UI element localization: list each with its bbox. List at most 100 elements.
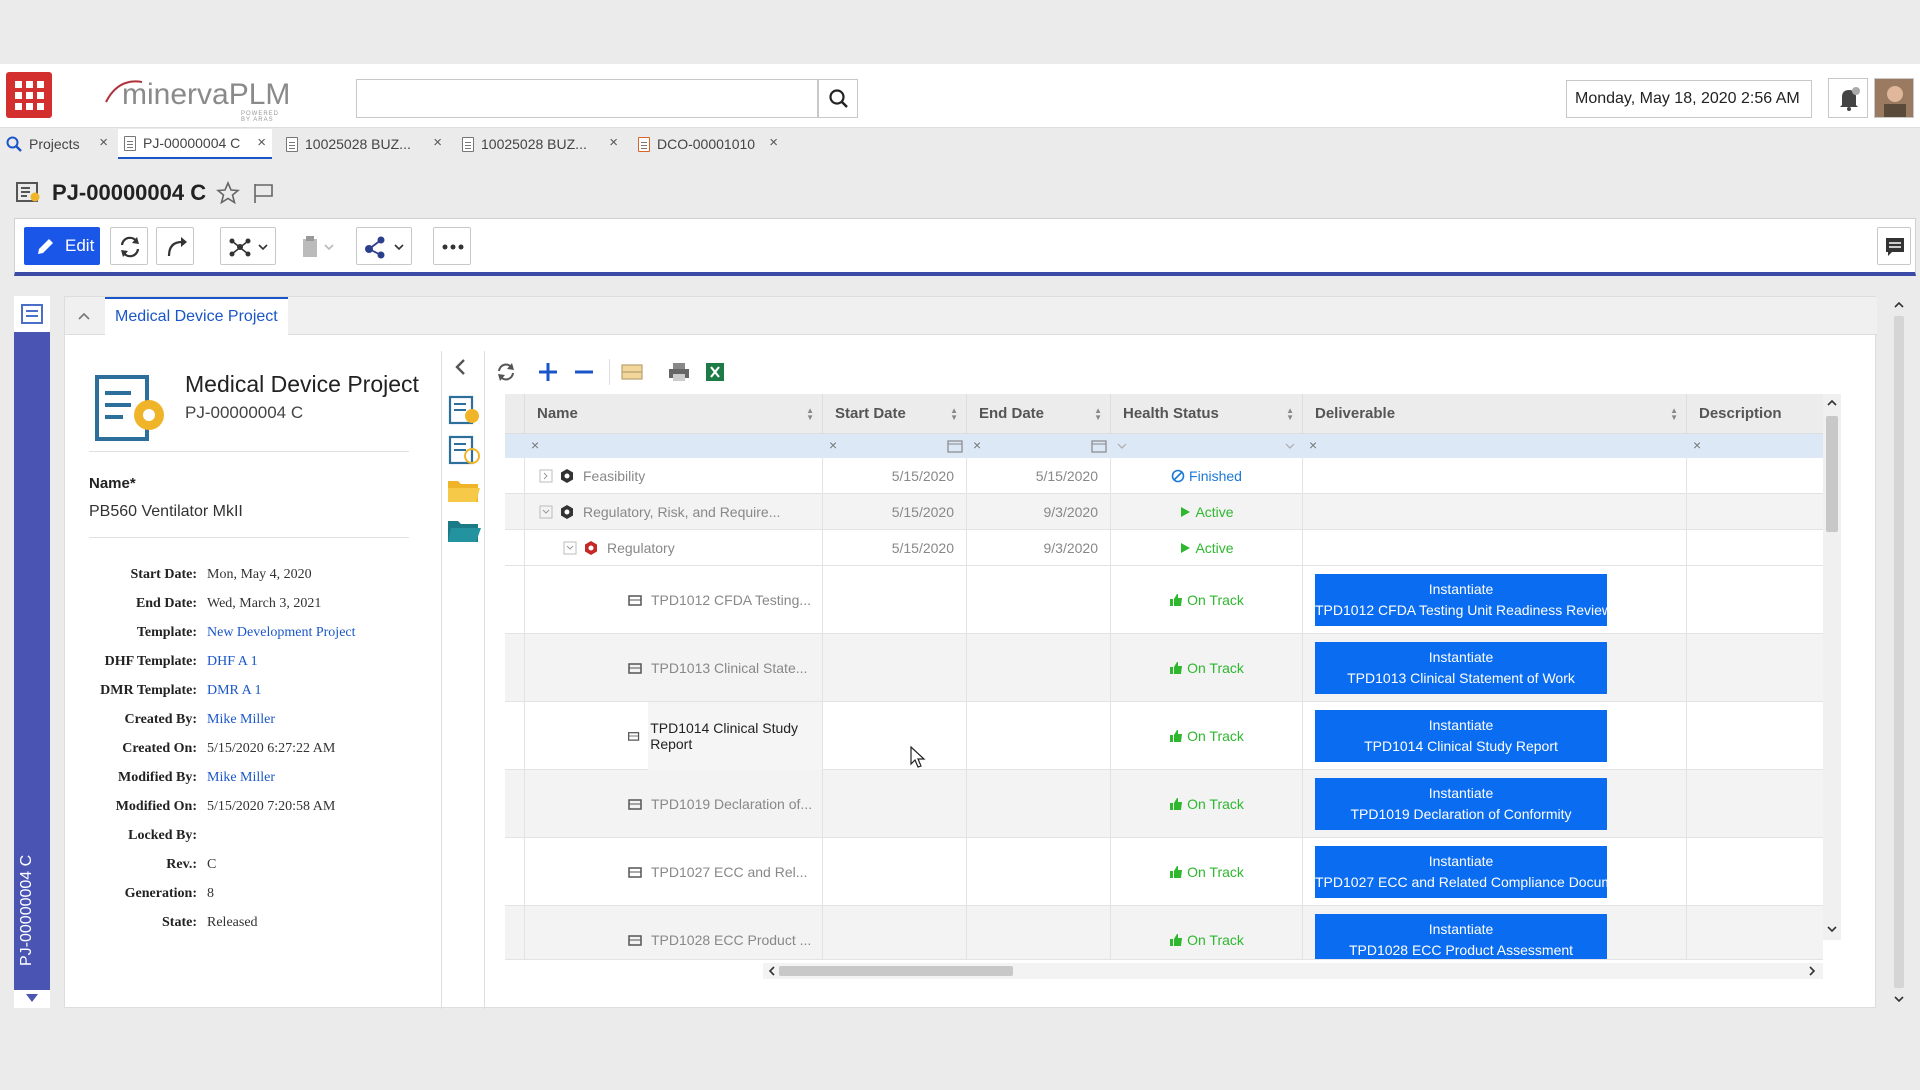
table-row[interactable]: TPD1027 ECC and Rel... On Track Instanti… [505, 838, 1823, 906]
redo-button[interactable] [156, 227, 194, 265]
column-header-start-date[interactable]: Start Date ▲ ▼ [823, 394, 967, 434]
app-launcher-button[interactable] [6, 72, 52, 118]
row-selector[interactable] [505, 566, 525, 633]
row-selector[interactable] [505, 494, 525, 529]
sort-icon[interactable]: ▲ ▼ [1094, 407, 1102, 422]
more-button[interactable] [433, 227, 471, 265]
table-row[interactable]: TPD1012 CFDA Testing... On Track Instant… [505, 566, 1823, 634]
scroll-right-icon[interactable] [1807, 966, 1817, 976]
column-header-name[interactable]: Name ▲ ▼ [525, 394, 823, 434]
row-selector[interactable] [505, 702, 525, 769]
sort-icon[interactable]: ▲ ▼ [950, 407, 958, 422]
excel-export-icon[interactable] [703, 360, 727, 384]
remove-icon[interactable] [573, 361, 595, 383]
row-selector[interactable] [505, 458, 525, 493]
scroll-thumb[interactable] [1826, 416, 1838, 532]
chevron-down-icon[interactable] [1117, 442, 1127, 450]
dmr-template-link[interactable]: DMR A 1 [207, 683, 261, 699]
form-view-icon[interactable] [21, 304, 43, 324]
tab-projects[interactable]: Projects × [0, 129, 114, 159]
row-selector[interactable] [505, 906, 525, 959]
tab-10025028-a[interactable]: 10025028 BUZ... × [280, 129, 448, 159]
user-avatar[interactable] [1874, 78, 1914, 118]
table-row[interactable]: Regulatory, Risk, and Require... 5/15/20… [505, 494, 1823, 530]
table-row[interactable]: Feasibility 5/15/2020 5/15/2020 Finished [505, 458, 1823, 494]
tab-medical-device-project[interactable]: Medical Device Project [105, 297, 288, 335]
instantiate-button[interactable]: Instantiate TPD1012 CFDA Testing Unit Rea… [1315, 574, 1607, 626]
created-by-link[interactable]: Mike Miller [207, 712, 275, 728]
scroll-thumb[interactable] [779, 966, 1013, 976]
chevron-down-icon[interactable] [1285, 442, 1295, 450]
clear-filter-icon[interactable]: × [1309, 437, 1317, 453]
column-chooser-icon[interactable] [620, 361, 644, 383]
discussion-button[interactable] [1877, 227, 1911, 265]
instantiate-button[interactable]: Instantiate TPD1013 Clinical Statement of… [1315, 642, 1607, 694]
calendar-icon[interactable] [947, 439, 963, 453]
folder-open-icon[interactable] [446, 515, 482, 545]
name-cell[interactable]: TPD1019 Declaration of... [525, 770, 823, 837]
name-cell[interactable]: TPD1014 Clinical Study Report [525, 701, 823, 770]
project-plan-icon[interactable] [448, 395, 482, 427]
chevron-up-icon[interactable] [77, 310, 91, 322]
collapse-icon[interactable] [563, 541, 577, 555]
tab-10025028-b[interactable]: 10025028 BUZ... × [456, 129, 624, 159]
scroll-down-icon[interactable] [1893, 994, 1905, 1004]
search-button[interactable] [818, 79, 858, 118]
scroll-thumb[interactable] [1894, 316, 1904, 988]
name-cell[interactable]: TPD1012 CFDA Testing... [525, 566, 823, 633]
flag-icon[interactable] [250, 181, 276, 205]
name-cell[interactable]: TPD1013 Clinical State... [525, 634, 823, 701]
page-vertical-scrollbar[interactable] [1890, 296, 1908, 1008]
sort-icon[interactable]: ▲ ▼ [806, 407, 814, 422]
name-cell[interactable]: Regulatory, Risk, and Require... [525, 494, 823, 529]
grid-vertical-scrollbar[interactable] [1823, 394, 1841, 940]
scroll-down-icon[interactable] [1826, 924, 1838, 934]
name-cell[interactable]: Feasibility [525, 458, 823, 493]
scroll-left-icon[interactable] [767, 966, 777, 976]
table-row[interactable]: Regulatory 5/15/2020 9/3/2020 Active [505, 530, 1823, 566]
close-icon[interactable]: × [257, 129, 266, 157]
clear-filter-icon[interactable]: × [1693, 437, 1701, 453]
dhf-template-link[interactable]: DHF A 1 [207, 654, 258, 670]
row-selector[interactable] [505, 634, 525, 701]
expand-icon[interactable] [539, 469, 553, 483]
row-selector[interactable] [505, 770, 525, 837]
name-cell[interactable]: Regulatory [525, 530, 823, 565]
project-tree-icon[interactable] [448, 435, 482, 467]
column-header-end-date[interactable]: End Date ▲ ▼ [967, 394, 1111, 434]
instantiate-button[interactable]: Instantiate TPD1014 Clinical Study Report [1315, 710, 1607, 762]
row-selector[interactable] [505, 530, 525, 565]
collapse-left-icon[interactable] [450, 357, 472, 377]
collapse-icon[interactable] [539, 505, 553, 519]
column-header-description[interactable]: Description [1687, 394, 1823, 434]
share-menu-button[interactable] [356, 227, 412, 265]
print-icon[interactable] [667, 360, 691, 384]
structure-menu-button[interactable] [220, 227, 276, 265]
table-row[interactable]: TPD1028 ECC Product ... On Track Instant… [505, 906, 1823, 960]
close-icon[interactable]: × [433, 129, 442, 157]
calendar-icon[interactable] [1091, 439, 1107, 453]
instantiate-button[interactable]: Instantiate TPD1027 ECC and Related Compl… [1315, 846, 1607, 898]
name-cell[interactable]: TPD1028 ECC Product ... [525, 906, 823, 959]
instantiate-button[interactable]: Instantiate TPD1019 Declaration of Confor… [1315, 778, 1607, 830]
name-cell[interactable]: TPD1027 ECC and Rel... [525, 838, 823, 905]
search-input[interactable] [356, 79, 818, 118]
clear-filter-icon[interactable]: × [973, 437, 981, 453]
close-icon[interactable]: × [769, 129, 778, 157]
tab-dco-00001010[interactable]: DCO-00001010 × [632, 129, 784, 159]
table-row[interactable]: TPD1013 Clinical State... On Track Insta… [505, 634, 1823, 702]
template-link[interactable]: New Development Project [207, 625, 356, 641]
tab-pj-00000004[interactable]: PJ-00000004 C × [118, 129, 272, 159]
row-selector[interactable] [505, 838, 525, 905]
clipboard-menu-button[interactable] [294, 227, 338, 265]
close-icon[interactable]: × [99, 129, 108, 157]
sort-icon[interactable]: ▲ ▼ [1286, 407, 1294, 422]
clear-filter-icon[interactable]: × [531, 437, 539, 453]
edit-button[interactable]: Edit [24, 227, 100, 265]
caret-down-icon[interactable] [24, 992, 40, 1004]
name-value[interactable]: PB560 Ventilator MkII [89, 503, 243, 521]
column-header-health-status[interactable]: Health Status ▲ ▼ [1111, 394, 1303, 434]
table-row[interactable]: TPD1019 Declaration of... On Track Insta… [505, 770, 1823, 838]
scroll-up-icon[interactable] [1826, 398, 1838, 408]
grid-horizontal-scrollbar[interactable] [763, 963, 1823, 979]
